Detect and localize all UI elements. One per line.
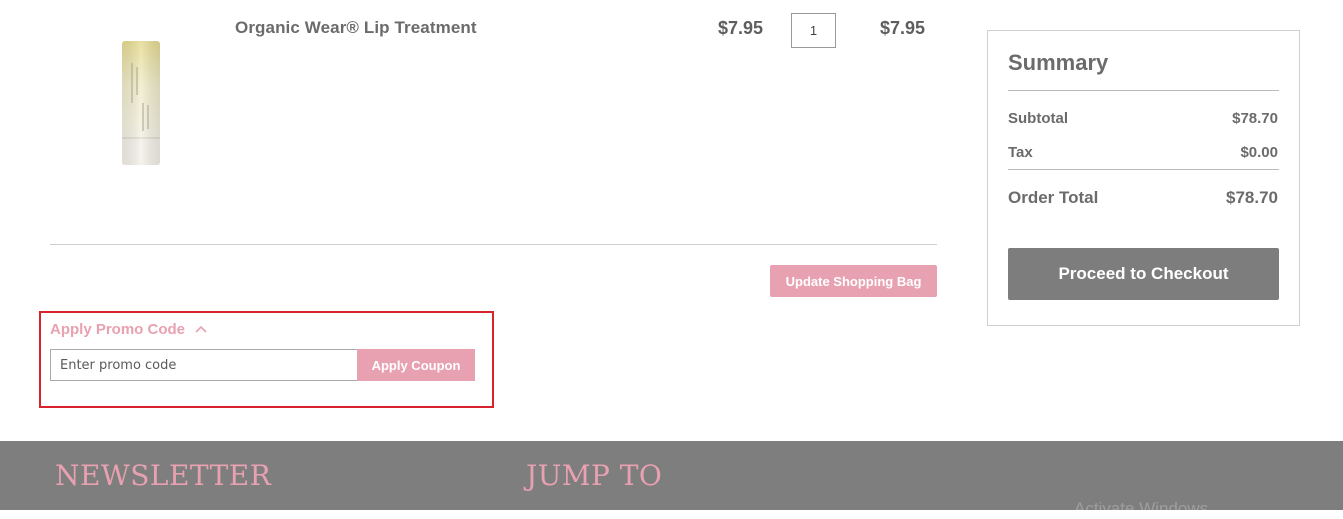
tax-value: $0.00 (1240, 144, 1278, 161)
row-subtotal: $7.95 (880, 18, 926, 38)
summary-title: Summary (1008, 50, 1109, 75)
order-total-label: Order Total (1008, 188, 1099, 207)
order-summary-panel: Summary Subtotal $78.70 Tax $0.00 Order … (987, 30, 1300, 326)
product-name[interactable]: Organic Wear® Lip Treatment (235, 18, 477, 38)
unit-price: $7.95 (718, 18, 764, 38)
lip-treatment-tube-image (122, 40, 160, 165)
tax-label: Tax (1008, 144, 1033, 161)
product-image[interactable] (62, 25, 222, 180)
jump-to-heading: JUMP TO (526, 459, 663, 492)
activate-windows-watermark: Activate Windows (1074, 499, 1209, 518)
promo-code-toggle[interactable]: Apply Promo Code (50, 319, 207, 339)
subtotal-label: Subtotal (1008, 110, 1068, 127)
summary-divider (1008, 169, 1279, 170)
quantity-input[interactable] (791, 13, 836, 48)
site-footer: NEWSLETTER JUMP TO Activate Windows (0, 441, 1343, 518)
apply-coupon-button[interactable]: Apply Coupon (357, 349, 475, 381)
cart-divider (50, 244, 937, 245)
chevron-up-icon (195, 325, 207, 333)
summary-divider (1008, 90, 1279, 91)
newsletter-heading: NEWSLETTER (55, 459, 272, 492)
order-total-value: $78.70 (1226, 188, 1278, 207)
update-shopping-bag-button[interactable]: Update Shopping Bag (770, 265, 937, 297)
proceed-to-checkout-button[interactable]: Proceed to Checkout (1008, 248, 1279, 300)
promo-code-title: Apply Promo Code (50, 320, 186, 338)
subtotal-value: $78.70 (1232, 110, 1278, 127)
promo-code-input[interactable] (50, 349, 358, 381)
